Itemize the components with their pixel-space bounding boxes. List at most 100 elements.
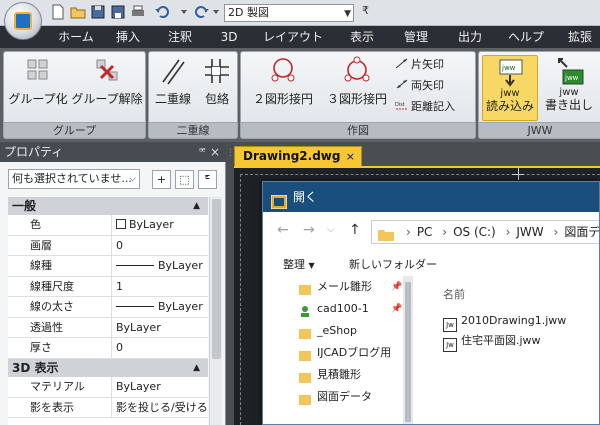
- up-arrow-icon[interactable]: ↑: [349, 222, 361, 238]
- two-shape-tangent-circle-label: ２図形接円: [252, 92, 313, 106]
- toggle-pickadd-button[interactable]: +: [152, 170, 171, 189]
- save-as-icon[interactable]: [110, 4, 126, 20]
- ribbon-group-label: グループ: [4, 122, 145, 138]
- forward-arrow-icon[interactable]: →: [303, 222, 315, 238]
- folder-icon: [299, 325, 311, 339]
- category-general[interactable]: 一般 ▲: [8, 197, 208, 215]
- print-icon[interactable]: [130, 4, 146, 20]
- property-row-shadow[interactable]: 影を表示 影を投じる/受ける: [8, 397, 208, 418]
- property-row-transparency[interactable]: 透過性 ByLayer: [8, 317, 208, 338]
- property-value[interactable]: ByLayer: [112, 297, 208, 317]
- qat-customize-icon[interactable]: ₹: [362, 4, 369, 17]
- ribbon-group-group: グループ化 グループ解除 グループ: [3, 51, 146, 139]
- property-row-color[interactable]: 色 ByLayer: [8, 215, 208, 236]
- property-row-layer[interactable]: 画層 0: [8, 235, 208, 256]
- property-value[interactable]: ByLayer: [112, 318, 208, 338]
- close-icon[interactable]: ×: [346, 147, 355, 166]
- tab-home[interactable]: ホーム: [50, 26, 102, 48]
- redo-dropdown-icon[interactable]: [208, 4, 224, 20]
- scrollbar-thumb[interactable]: [212, 199, 221, 359]
- double-line-icon: [157, 56, 189, 86]
- jww-file-icon: Jw: [443, 338, 457, 352]
- tab-annotate[interactable]: 注釈: [160, 26, 200, 48]
- tab-extensions[interactable]: 拡張: [560, 26, 600, 48]
- pin-icon[interactable]: ᵆ: [199, 142, 206, 162]
- undo-icon[interactable]: [154, 4, 170, 20]
- tab-3d[interactable]: 3D: [214, 26, 244, 48]
- nav-item-estimate-template[interactable]: 見積雛形: [299, 364, 403, 386]
- tab-view[interactable]: 表示: [342, 26, 382, 48]
- undo-dropdown-icon[interactable]: [176, 4, 192, 20]
- selection-dropdown[interactable]: 何も選択されていませ... ⌵: [8, 169, 140, 189]
- nav-item-ijcad-blog[interactable]: IJCADブログ用: [299, 342, 403, 364]
- breadcrumb-drawing-data[interactable]: 図面データ: [564, 225, 599, 239]
- distance-dimension-button[interactable]: Dist 距離記入: [395, 99, 455, 115]
- navigation-pane-scrollbar[interactable]: [403, 276, 413, 424]
- nav-item-eshop[interactable]: _eShop: [299, 320, 403, 342]
- property-row-material[interactable]: マテリアル ByLayer: [8, 377, 208, 398]
- application-menu-button[interactable]: [4, 2, 42, 40]
- breadcrumb-drive[interactable]: OS (C:): [453, 225, 496, 239]
- new-folder-button[interactable]: 新しいフォルダー: [349, 256, 437, 272]
- line-sample: [116, 265, 154, 266]
- distance-icon: Dist: [395, 99, 409, 111]
- open-folder-icon[interactable]: [70, 4, 86, 20]
- scrollbar-thumb[interactable]: [405, 282, 411, 422]
- tab-insert[interactable]: 挿入: [108, 26, 148, 48]
- property-value[interactable]: 1: [112, 277, 208, 297]
- new-file-icon[interactable]: [50, 4, 66, 20]
- organize-button[interactable]: 整理 ▼: [283, 256, 315, 272]
- pin-icon: 📌: [391, 304, 403, 314]
- property-row-lineweight[interactable]: 線の太さ ByLayer: [8, 297, 208, 318]
- document-tab[interactable]: Drawing2.dwg ×: [234, 146, 362, 166]
- nav-item-drawing-data[interactable]: 図面データ: [299, 386, 403, 408]
- nav-item-mail-template[interactable]: メール雛形 📌: [299, 276, 403, 298]
- file-item[interactable]: Jw 2010Drawing1.jww: [443, 312, 567, 332]
- group-button[interactable]: グループ化: [8, 56, 68, 107]
- property-row-linetype-scale[interactable]: 線種尺度 1: [8, 276, 208, 297]
- properties-scrollbar[interactable]: [209, 197, 222, 425]
- close-icon[interactable]: ×: [210, 142, 220, 162]
- tab-layout[interactable]: レイアウト: [256, 26, 330, 48]
- property-value[interactable]: 影を投じる/受ける: [112, 398, 208, 418]
- tab-help[interactable]: ヘルプ: [504, 26, 548, 48]
- property-value[interactable]: ByLayer: [112, 256, 208, 276]
- workspace-select[interactable]: 2D 製図 ▼: [224, 4, 354, 22]
- single-arrow-button[interactable]: 片矢印: [395, 57, 444, 73]
- select-objects-button[interactable]: ⬚: [175, 170, 194, 189]
- property-name: 画層: [8, 235, 112, 255]
- nav-item-cad100[interactable]: cad100-1 📌: [299, 298, 403, 320]
- ungroup-button[interactable]: グループ解除: [70, 56, 144, 107]
- jww-import-button[interactable]: jww jww 読み込み: [482, 55, 538, 121]
- three-shape-tangent-circle-button[interactable]: ３図形接円: [321, 56, 393, 107]
- folder-icon: [299, 347, 311, 361]
- category-3d-display[interactable]: 3D 表示 ▲: [8, 359, 208, 377]
- property-value[interactable]: ByLayer: [112, 377, 208, 397]
- breadcrumb-jww[interactable]: JWW: [516, 225, 543, 239]
- jww-export-label-2: 書き出し: [544, 98, 593, 112]
- two-shape-tangent-circle-button[interactable]: ２図形接円: [247, 56, 319, 107]
- breadcrumb-pc[interactable]: PC: [417, 225, 433, 239]
- property-value[interactable]: 0: [112, 338, 208, 358]
- jww-export-label-1: jww: [559, 87, 579, 98]
- double-line-button[interactable]: 二重線: [151, 56, 195, 107]
- recent-dropdown-icon[interactable]: ⌵: [327, 224, 335, 235]
- workspace-select-value: 2D 製図: [228, 6, 269, 19]
- property-row-thickness[interactable]: 厚さ 0: [8, 338, 208, 359]
- file-item[interactable]: Jw 住宅平面図.jww: [443, 332, 541, 352]
- save-icon[interactable]: [90, 4, 106, 20]
- jww-export-button[interactable]: jww jww 書き出し: [541, 55, 597, 112]
- address-bar[interactable]: › PC › OS (C:) › JWW › 図面データ: [371, 220, 599, 244]
- double-arrow-button[interactable]: 両矢印: [395, 78, 444, 94]
- property-row-linetype[interactable]: 線種 ByLayer: [8, 256, 208, 277]
- back-arrow-icon[interactable]: ←: [277, 222, 289, 238]
- tab-output[interactable]: 出力: [450, 26, 490, 48]
- property-value[interactable]: ByLayer: [112, 215, 208, 235]
- property-value-text: ByLayer: [158, 300, 203, 313]
- envelope-button[interactable]: 包絡: [197, 56, 237, 107]
- property-value[interactable]: 0: [112, 236, 208, 256]
- tab-manage[interactable]: 管理: [396, 26, 436, 48]
- quick-select-button[interactable]: ᖟ: [198, 170, 217, 189]
- file-name: 2010Drawing1.jww: [461, 314, 567, 327]
- column-header-name[interactable]: 名前: [443, 286, 465, 302]
